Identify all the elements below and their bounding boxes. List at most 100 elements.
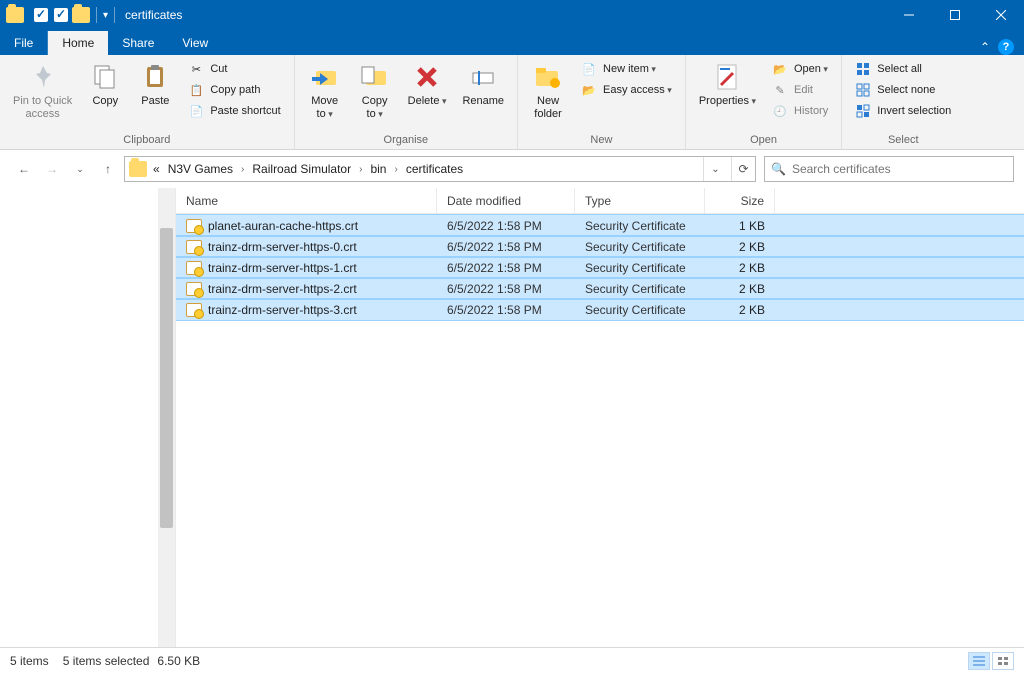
table-row[interactable]: trainz-drm-server-https-0.crt6/5/2022 1:… [176, 236, 1024, 257]
file-list: Name Date modified Type Size planet-aura… [176, 188, 1024, 647]
breadcrumb[interactable]: certificates [404, 162, 465, 176]
tab-view[interactable]: View [168, 31, 222, 55]
maximize-button[interactable] [932, 0, 978, 30]
file-type: Security Certificate [575, 240, 705, 254]
column-header-type[interactable]: Type [575, 188, 705, 213]
file-date: 6/5/2022 1:58 PM [437, 261, 575, 275]
ribbon-collapse-icon[interactable]: ⌃ [980, 40, 990, 54]
group-clipboard: Pin to Quick access Copy Paste ✂Cut 📋Cop… [0, 55, 295, 149]
qat-dropdown-icon[interactable]: ▾ [103, 10, 108, 21]
paste-button[interactable]: Paste [131, 57, 179, 112]
breadcrumb[interactable]: N3V Games [166, 162, 235, 176]
certificate-icon [186, 240, 202, 254]
delete-button[interactable]: Delete [401, 57, 454, 112]
qat-newfolder-icon[interactable] [54, 8, 68, 22]
back-button[interactable]: ← [12, 157, 36, 181]
scrollbar[interactable] [158, 188, 175, 647]
content-area: Name Date modified Type Size planet-aura… [0, 188, 1024, 647]
column-header-name[interactable]: Name [176, 188, 437, 213]
title-bar: ▾ certificates [0, 0, 1024, 30]
table-row[interactable]: planet-auran-cache-https.crt6/5/2022 1:5… [176, 215, 1024, 236]
close-button[interactable] [978, 0, 1024, 30]
folder-icon [129, 161, 147, 177]
paste-icon [139, 61, 171, 93]
select-all-button[interactable]: Select all [850, 59, 956, 79]
copy-path-button[interactable]: 📋Copy path [183, 80, 285, 100]
table-row[interactable]: trainz-drm-server-https-2.crt6/5/2022 1:… [176, 278, 1024, 299]
navigation-pane[interactable] [0, 188, 176, 647]
minimize-button[interactable] [886, 0, 932, 30]
search-icon: 🔍 [771, 162, 786, 176]
new-folder-button[interactable]: New folder [524, 57, 572, 125]
file-date: 6/5/2022 1:58 PM [437, 282, 575, 296]
tab-file[interactable]: File [0, 31, 48, 55]
history-button[interactable]: 🕘History [767, 101, 833, 121]
file-size: 2 KB [705, 282, 775, 296]
move-to-button[interactable]: Move to [301, 57, 349, 125]
file-size: 2 KB [705, 240, 775, 254]
edit-button[interactable]: ✎Edit [767, 80, 833, 100]
certificate-icon [186, 282, 202, 296]
new-folder-icon [532, 61, 564, 93]
chevron-right-icon[interactable]: › [239, 164, 246, 175]
search-box[interactable]: 🔍 [764, 156, 1014, 182]
new-item-button[interactable]: 📄New item [576, 59, 677, 79]
select-none-button[interactable]: Select none [850, 80, 956, 100]
forward-button[interactable]: → [40, 157, 64, 181]
up-button[interactable]: ↑ [96, 157, 120, 181]
copy-to-button[interactable]: Copy to [351, 57, 399, 125]
folder-icon [72, 7, 90, 23]
table-row[interactable]: trainz-drm-server-https-3.crt6/5/2022 1:… [176, 299, 1024, 320]
copy-button[interactable]: Copy [81, 57, 129, 112]
invert-selection-button[interactable]: Invert selection [850, 101, 956, 121]
tab-home[interactable]: Home [48, 31, 108, 55]
column-header-date[interactable]: Date modified [437, 188, 575, 213]
scrollbar-thumb[interactable] [160, 228, 173, 528]
certificate-icon [186, 303, 202, 317]
easy-access-button[interactable]: 📂Easy access [576, 80, 677, 100]
copy-path-icon: 📋 [188, 82, 204, 98]
address-bar[interactable]: « N3V Games › Railroad Simulator › bin › ce… [124, 156, 756, 182]
large-icons-view-button[interactable] [992, 652, 1014, 670]
refresh-button[interactable]: ⟳ [731, 157, 755, 181]
file-date: 6/5/2022 1:58 PM [437, 219, 575, 233]
group-organise: Move to Copy to Delete Rename Organise [295, 55, 518, 149]
table-row[interactable]: trainz-drm-server-https-1.crt 6/5/2022 1:… [176, 257, 1024, 278]
delete-icon [411, 61, 443, 93]
easy-access-icon: 📂 [581, 82, 597, 98]
certificate-icon [186, 261, 202, 275]
pin-to-quick-access-button[interactable]: Pin to Quick access [6, 57, 79, 125]
properties-icon [711, 61, 743, 93]
history-icon: 🕘 [772, 103, 788, 119]
recent-locations-button[interactable]: ⌄ [68, 157, 92, 181]
file-type: Security Certificate [575, 282, 705, 296]
new-item-icon: 📄 [581, 61, 597, 77]
rename-button[interactable]: Rename [455, 57, 511, 112]
tab-share[interactable]: Share [108, 31, 168, 55]
breadcrumb[interactable]: bin [368, 162, 388, 176]
address-dropdown-button[interactable]: ⌄ [703, 157, 727, 181]
file-name: trainz-drm-server-https-1.crt [208, 261, 357, 275]
details-view-button[interactable] [968, 652, 990, 670]
move-to-icon [309, 61, 341, 93]
breadcrumb[interactable]: Railroad Simulator [250, 162, 353, 176]
invert-selection-icon [855, 103, 871, 119]
rename-icon [467, 61, 499, 93]
edit-icon: ✎ [772, 82, 788, 98]
chevron-right-icon[interactable]: › [357, 164, 364, 175]
chevron-right-icon[interactable]: › [392, 164, 399, 175]
paste-shortcut-button[interactable]: 📄Paste shortcut [183, 101, 285, 121]
qat-properties-icon[interactable] [34, 8, 48, 22]
group-new: New folder 📄New item 📂Easy access New [518, 55, 686, 149]
breadcrumb[interactable]: « [151, 162, 162, 176]
help-icon[interactable]: ? [998, 39, 1014, 55]
column-header-size[interactable]: Size [705, 188, 775, 213]
search-input[interactable] [792, 162, 1007, 176]
cut-button[interactable]: ✂Cut [183, 59, 285, 79]
group-select: Select all Select none Invert selection … [842, 55, 964, 149]
ribbon-tabs: File Home Share View ⌃ ? [0, 30, 1024, 55]
properties-button[interactable]: Properties [692, 57, 763, 112]
open-button[interactable]: 📂Open [767, 59, 833, 79]
copy-to-icon [359, 61, 391, 93]
ribbon: Pin to Quick access Copy Paste ✂Cut 📋Cop… [0, 55, 1024, 150]
